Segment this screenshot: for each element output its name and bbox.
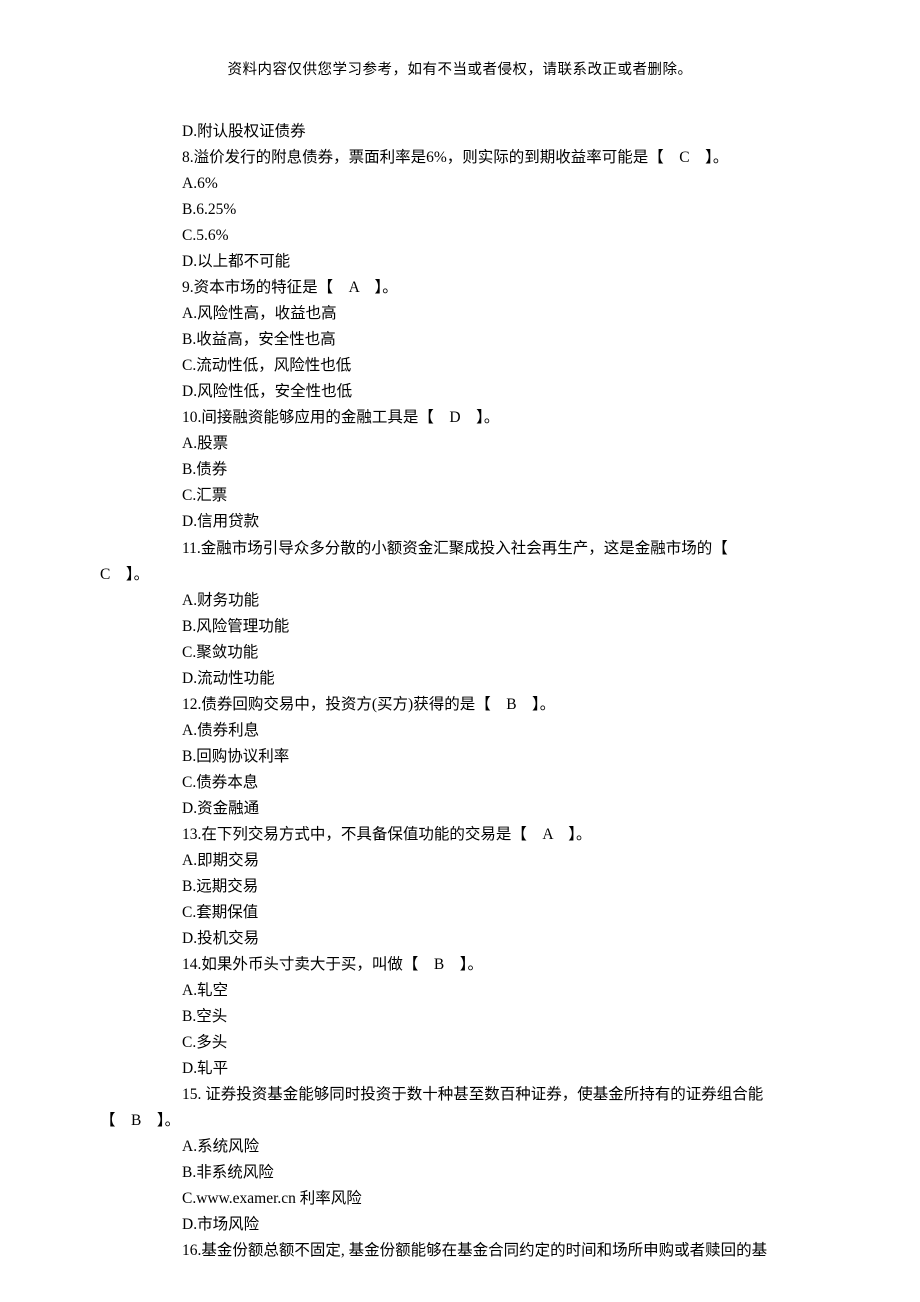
question-line: 14.如果外币头寸卖大于买，叫做【 B 】。 <box>100 952 820 978</box>
answer-option: D.流动性功能 <box>100 666 820 692</box>
answer-option: A.财务功能 <box>100 588 820 614</box>
answer-option: B.远期交易 <box>100 874 820 900</box>
answer-option: A.轧空 <box>100 978 820 1004</box>
question-line: 10.间接融资能够应用的金融工具是【 D 】。 <box>100 405 820 431</box>
answer-option: B.非系统风险 <box>100 1160 820 1186</box>
answer-option: D.资金融通 <box>100 796 820 822</box>
answer-option: D.以上都不可能 <box>100 249 820 275</box>
wrapped-line: C 】。 <box>100 562 820 588</box>
question-line: 16.基金份额总额不固定, 基金份额能够在基金合同约定的时间和场所申购或者赎回的… <box>100 1238 820 1264</box>
answer-option: D.风险性低，安全性也低 <box>100 379 820 405</box>
answer-option: C.汇票 <box>100 483 820 509</box>
answer-option: B.债券 <box>100 457 820 483</box>
answer-option: D.信用贷款 <box>100 509 820 535</box>
answer-option: C.www.examer.cn 利率风险 <box>100 1186 820 1212</box>
answer-option: B.回购协议利率 <box>100 744 820 770</box>
answer-option: C.债券本息 <box>100 770 820 796</box>
answer-option: D.投机交易 <box>100 926 820 952</box>
answer-option: D.市场风险 <box>100 1212 820 1238</box>
answer-option: B.空头 <box>100 1004 820 1030</box>
answer-option: B.风险管理功能 <box>100 614 820 640</box>
question-line: 9.资本市场的特征是【 A 】。 <box>100 275 820 301</box>
answer-option: B.6.25% <box>100 197 820 223</box>
document-body: D.附认股权证债券8.溢价发行的附息债券，票面利率是6%，则实际的到期收益率可能… <box>0 79 920 1264</box>
answer-option: C.5.6% <box>100 223 820 249</box>
answer-option: C.聚敛功能 <box>100 640 820 666</box>
question-line: 15. 证券投资基金能够同时投资于数十种甚至数百种证券，使基金所持有的证券组合能 <box>100 1082 820 1108</box>
answer-option: C.流动性低，风险性也低 <box>100 353 820 379</box>
answer-option: A.即期交易 <box>100 848 820 874</box>
answer-option: A.风险性高，收益也高 <box>100 301 820 327</box>
answer-option: A.股票 <box>100 431 820 457</box>
answer-option: C.套期保值 <box>100 900 820 926</box>
answer-option: A.6% <box>100 171 820 197</box>
question-line: 11.金融市场引导众多分散的小额资金汇聚成投入社会再生产，这是金融市场的【 <box>100 536 820 562</box>
answer-option: A.债券利息 <box>100 718 820 744</box>
wrapped-line: 【 B 】。 <box>100 1108 820 1134</box>
answer-option: B.收益高，安全性也高 <box>100 327 820 353</box>
question-line: 8.溢价发行的附息债券，票面利率是6%，则实际的到期收益率可能是【 C 】。 <box>100 145 820 171</box>
question-line: 12.债券回购交易中，投资方(买方)获得的是【 B 】。 <box>100 692 820 718</box>
question-line: 13.在下列交易方式中，不具备保值功能的交易是【 A 】。 <box>100 822 820 848</box>
answer-option: A.系统风险 <box>100 1134 820 1160</box>
page-header-note: 资料内容仅供您学习参考，如有不当或者侵权，请联系改正或者删除。 <box>0 0 920 79</box>
answer-option: D.轧平 <box>100 1056 820 1082</box>
answer-option: D.附认股权证债券 <box>100 119 820 145</box>
answer-option: C.多头 <box>100 1030 820 1056</box>
